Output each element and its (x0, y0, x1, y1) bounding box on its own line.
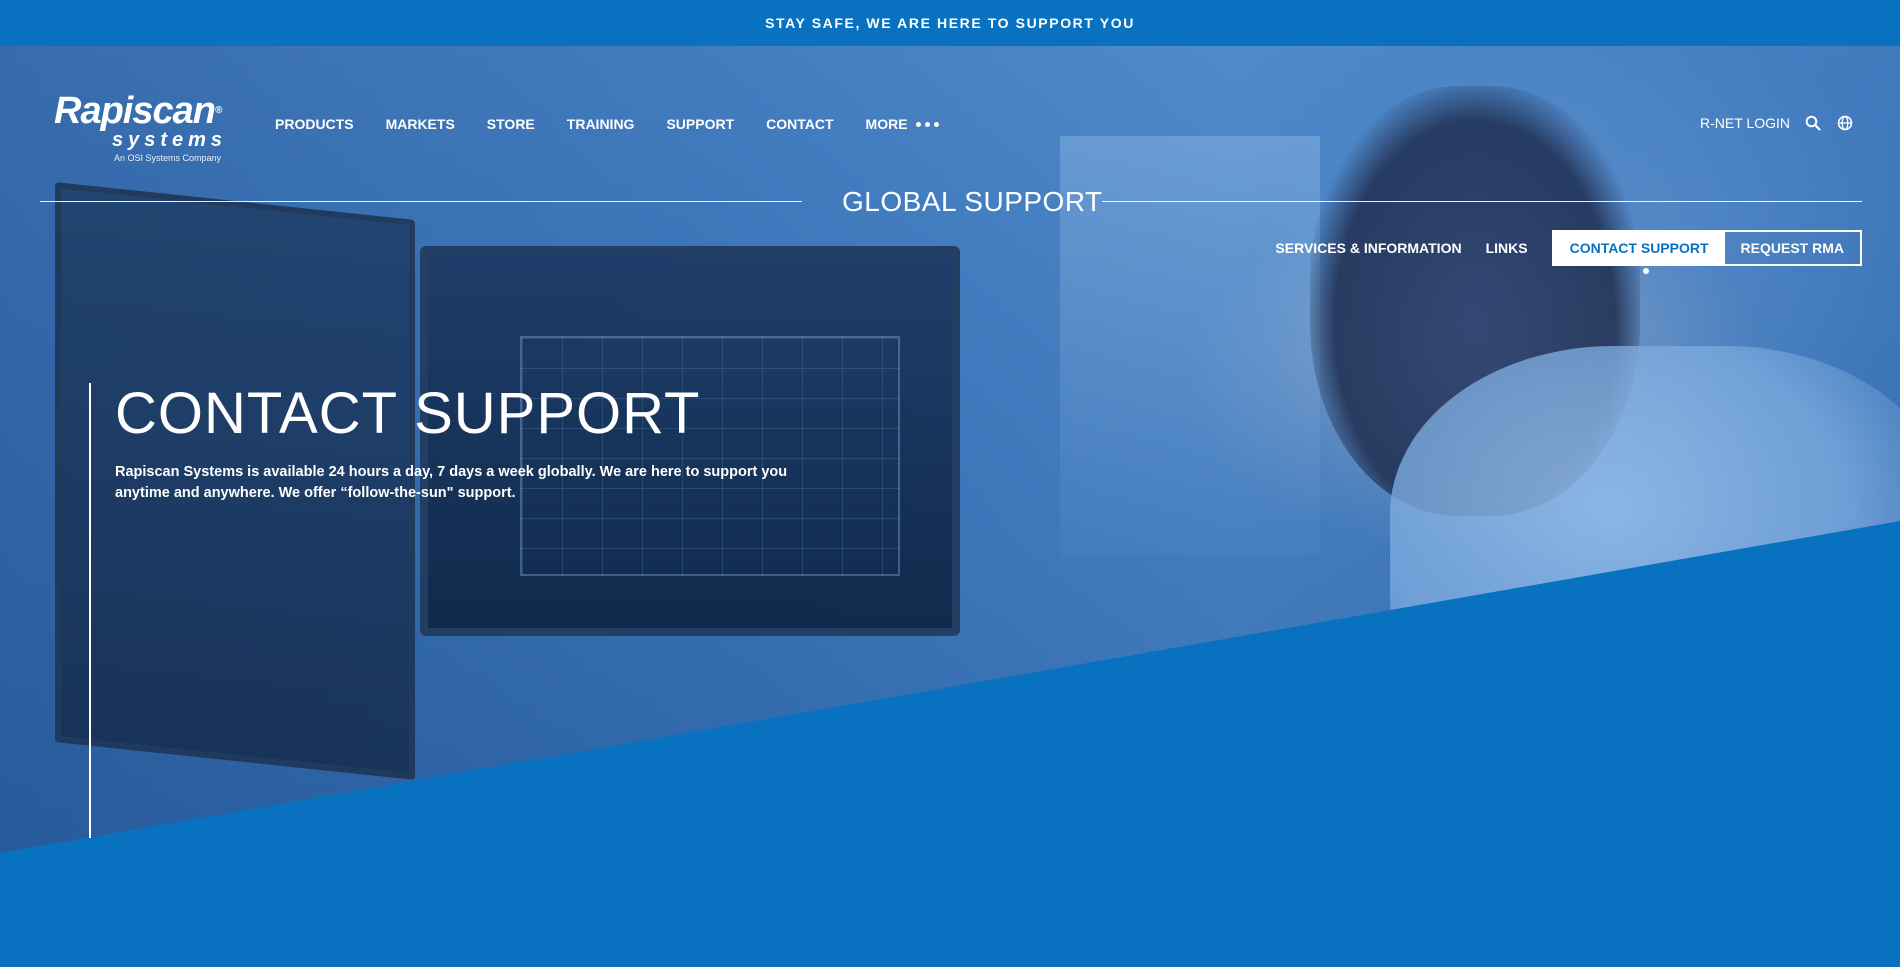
nav-more[interactable]: MORE (866, 116, 939, 132)
section-divider-left (40, 201, 802, 202)
section-title: GLOBAL SUPPORT (842, 186, 1103, 217)
nav-contact[interactable]: CONTACT (766, 116, 833, 132)
nav-markets[interactable]: MARKETS (386, 116, 455, 132)
logo-brand: Rapiscan® (54, 92, 244, 130)
search-icon[interactable] (1804, 114, 1822, 132)
support-subnav: SERVICES & INFORMATION LINKS CONTACT SUP… (1275, 230, 1862, 266)
section-divider-right (1102, 201, 1862, 202)
nav-more-label: MORE (865, 116, 908, 132)
nav-training[interactable]: TRAINING (567, 116, 635, 132)
main-nav: PRODUCTS MARKETS STORE TRAINING SUPPORT … (275, 116, 939, 132)
ellipsis-icon (915, 121, 939, 127)
nav-store[interactable]: STORE (487, 116, 535, 132)
logo-tagline: An OSI Systems Company (114, 153, 222, 163)
nav-support[interactable]: SUPPORT (666, 116, 734, 132)
rnet-login-link[interactable]: R-NET LOGIN (1700, 115, 1790, 131)
hero-vertical-line (89, 383, 91, 838)
request-rma-button[interactable]: REQUEST RMA (1725, 232, 1860, 264)
subnav-links[interactable]: LINKS (1486, 240, 1528, 256)
subnav-services-information[interactable]: SERVICES & INFORMATION (1275, 240, 1461, 256)
banner-text: STAY SAFE, WE ARE HERE TO SUPPORT YOU (765, 15, 1135, 31)
contact-support-button[interactable]: CONTACT SUPPORT (1553, 232, 1725, 264)
hero-section (0, 46, 1900, 967)
nav-products[interactable]: PRODUCTS (275, 116, 354, 132)
logo-trademark: ® (214, 105, 222, 116)
active-indicator-dot (1643, 268, 1649, 274)
logo-sub: systems (112, 129, 228, 151)
page-title: CONTACT SUPPORT (115, 381, 701, 446)
rapiscan-logo[interactable]: Rapiscan® systems An OSI Systems Company (54, 92, 244, 163)
hero-description: Rapiscan Systems is available 24 hours a… (115, 464, 788, 501)
globe-icon[interactable] (1836, 114, 1854, 132)
logo-brand-text: Rapiscan (54, 90, 216, 132)
background-photo-screen (520, 336, 900, 576)
header-utility: R-NET LOGIN (1700, 114, 1854, 132)
subnav-button-group: CONTACT SUPPORT REQUEST RMA (1551, 230, 1862, 266)
announcement-banner: STAY SAFE, WE ARE HERE TO SUPPORT YOU (0, 0, 1900, 46)
